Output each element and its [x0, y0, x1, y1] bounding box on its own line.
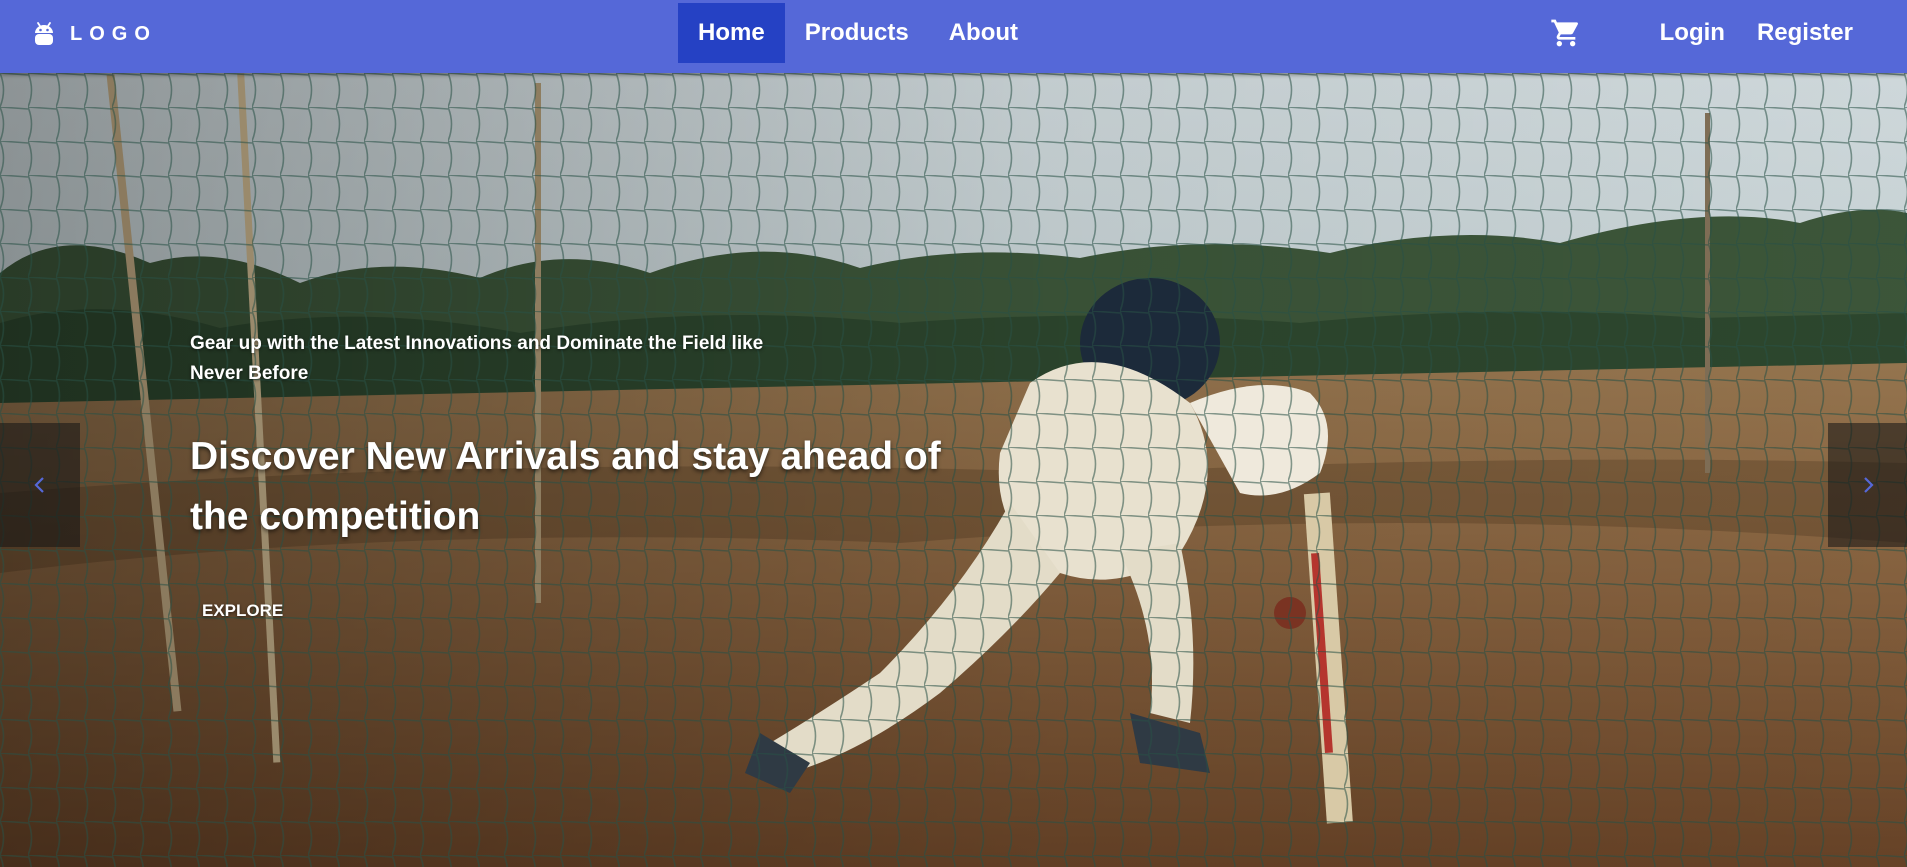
- nav-about[interactable]: About: [929, 3, 1038, 63]
- login-link[interactable]: Login: [1628, 3, 1725, 63]
- navbar: LOGO Home Products About Login Register: [0, 0, 1907, 73]
- hero-carousel: Gear up with the Latest Innovations and …: [0, 73, 1907, 867]
- main-nav: Home Products About: [678, 3, 1038, 63]
- shopping-cart-icon[interactable]: [1550, 17, 1582, 49]
- chevron-right-icon: [1863, 477, 1874, 493]
- carousel-next-button[interactable]: [1828, 423, 1907, 547]
- explore-button[interactable]: EXPLORE: [190, 593, 295, 629]
- hero-title: Discover New Arrivals and stay ahead of …: [190, 435, 941, 538]
- register-link[interactable]: Register: [1725, 3, 1853, 63]
- logo-text: LOGO: [70, 22, 157, 45]
- logo[interactable]: LOGO: [32, 18, 157, 50]
- carousel-prev-button[interactable]: [0, 423, 80, 547]
- nav-right: Login Register: [1550, 3, 1853, 63]
- hero-subtitle: Gear up with the Latest Innovations and …: [190, 333, 764, 384]
- nav-products[interactable]: Products: [785, 3, 929, 63]
- chevron-left-icon: [34, 477, 44, 493]
- nav-home[interactable]: Home: [678, 3, 785, 63]
- android-icon: [35, 22, 53, 45]
